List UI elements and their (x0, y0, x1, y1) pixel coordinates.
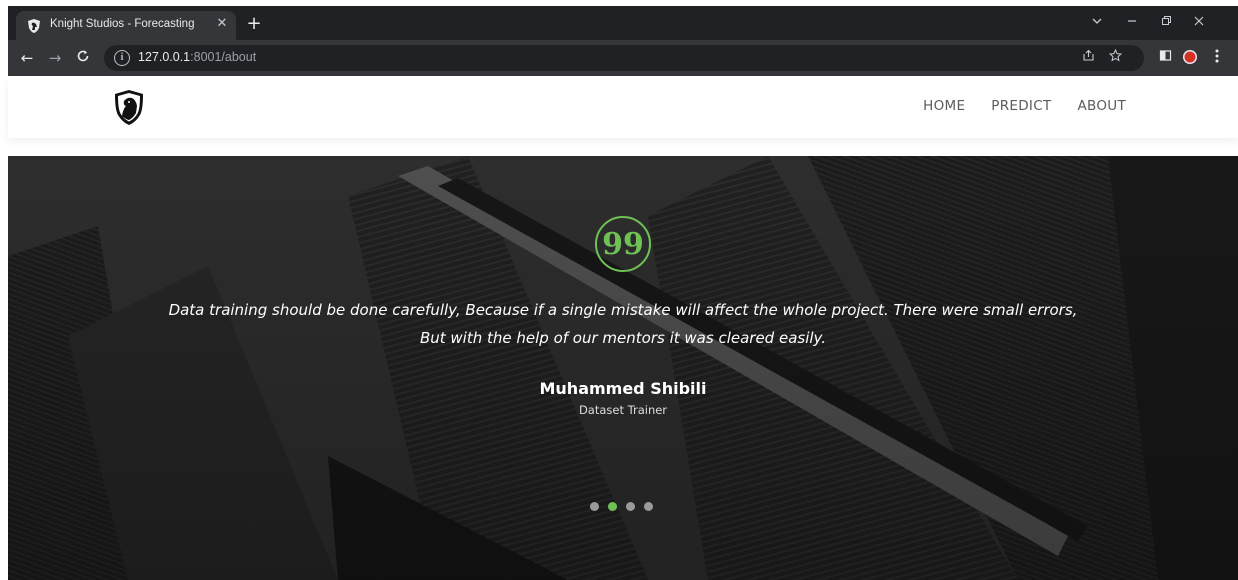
knight-shield-favicon-icon (28, 19, 40, 33)
restore-icon[interactable] (1155, 14, 1177, 32)
site-info-icon[interactable]: i (114, 50, 130, 66)
testimonial-hero: 99 Data training should be done carefull… (8, 156, 1238, 580)
carousel-pagination (590, 502, 653, 511)
nav-home-link[interactable]: HOME (923, 98, 965, 114)
carousel-dot[interactable] (644, 502, 653, 511)
kebab-menu-icon[interactable] (1208, 49, 1226, 67)
nav-predict-link[interactable]: PREDICT (991, 98, 1051, 114)
url-text: 127.0.0.1:8001/about (138, 50, 256, 64)
testimonial-quote: Data training should be done carefully, … (168, 301, 1078, 347)
share-icon[interactable] (1079, 49, 1097, 67)
close-window-icon[interactable] (1188, 14, 1210, 32)
forward-arrow-icon[interactable]: → (46, 49, 64, 67)
main-nav: HOME PREDICT ABOUT (923, 98, 1126, 114)
bookmark-star-icon[interactable] (1106, 48, 1124, 67)
nav-about-link[interactable]: ABOUT (1077, 98, 1126, 114)
tab-title: Knight Studios - Forecasting (50, 18, 195, 30)
new-tab-button[interactable]: + (244, 14, 264, 34)
url-path: :8001/about (190, 50, 257, 64)
browser-tab[interactable]: Knight Studios - Forecasting ✕ (16, 11, 236, 40)
minimize-icon[interactable] (1121, 14, 1143, 32)
carousel-dot[interactable] (626, 502, 635, 511)
tab-search-chevron-icon[interactable] (1086, 14, 1108, 32)
knight-shield-logo-icon[interactable] (108, 86, 150, 128)
browser-toolbar: ← → i 127.0.0.1:8001/about (8, 40, 1238, 76)
address-bar[interactable]: i 127.0.0.1:8001/about (104, 45, 1144, 71)
tab-close-icon[interactable]: ✕ (214, 16, 230, 32)
site-header: HOME PREDICT ABOUT (8, 76, 1238, 138)
testimonial-author: Muhammed Shibili (539, 379, 707, 398)
testimonial-role: Dataset Trainer (578, 403, 668, 417)
side-panel-icon[interactable] (1156, 49, 1174, 67)
reload-icon[interactable] (74, 49, 92, 67)
back-arrow-icon[interactable]: ← (18, 49, 36, 67)
tab-strip: Knight Studios - Forecasting ✕ + (8, 6, 1238, 40)
carousel-dot[interactable] (608, 502, 617, 511)
quote-badge: 99 (595, 216, 651, 272)
profile-avatar-icon[interactable] (1181, 49, 1199, 67)
browser-window: Knight Studios - Forecasting ✕ + ← → i 1… (8, 6, 1238, 76)
quote-icon: 99 (602, 227, 644, 262)
url-host: 127.0.0.1 (138, 50, 191, 64)
carousel-dot[interactable] (590, 502, 599, 511)
